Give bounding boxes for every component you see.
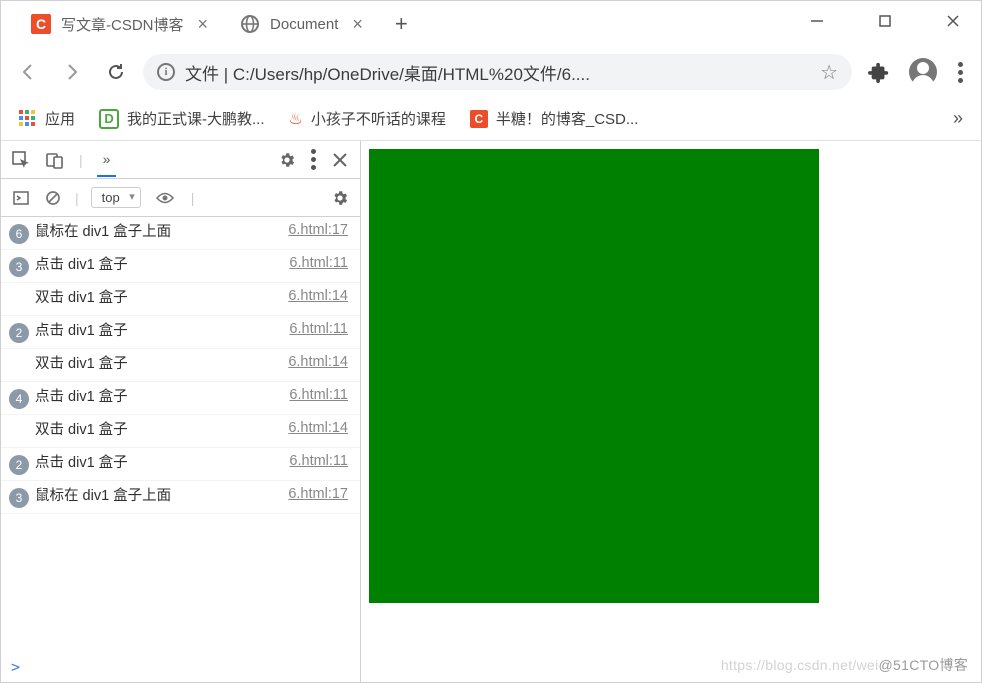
div1-box[interactable] (369, 149, 819, 603)
tab-csdn[interactable]: C 写文章-CSDN博客 × (17, 5, 226, 43)
bookmark-item[interactable]: C 半糖！的博客_CSD... (470, 108, 639, 129)
log-message: 点击 div1 盒子 (35, 387, 275, 407)
csdn-icon: C (470, 110, 488, 128)
log-message: 点击 div1 盒子 (35, 321, 275, 341)
browser-window: C 写文章-CSDN博客 × Document × + i (0, 0, 982, 683)
bookmarks-bar: 应用 D 我的正式课-大鹏教... ♨ 小孩子不听话的课程 C 半糖！的博客_C… (1, 97, 981, 141)
bookmark-label: 我的正式课-大鹏教... (127, 108, 265, 129)
log-message: 鼠标在 div1 盒子上面 (35, 486, 274, 506)
page-viewport (361, 141, 981, 682)
url-field[interactable]: i 文件 | C:/Users/hp/OneDrive/桌面/HTML%20文件… (143, 54, 852, 90)
console-log-row[interactable]: 4 点击 div1 盒子 6.html:11 (1, 382, 360, 415)
tab-document[interactable]: Document × (226, 5, 381, 43)
log-count-badge: 3 (9, 257, 29, 277)
tab-title: Document (270, 16, 338, 33)
menu-button[interactable] (950, 62, 971, 83)
extensions-button[interactable] (862, 55, 896, 89)
tab-title: 写文章-CSDN博客 (61, 14, 184, 35)
log-message: 双击 div1 盒子 (35, 288, 274, 308)
watermark: https://blog.csdn.net/wei@51CTO博客 (721, 655, 968, 675)
log-count-badge: 3 (9, 488, 29, 508)
live-expression-icon[interactable] (155, 188, 175, 208)
console-log-row[interactable]: 0双击 div1 盒子6.html:14 (1, 415, 360, 448)
log-source-link[interactable]: 6.html:17 (288, 222, 348, 238)
console-sidebar-icon[interactable] (11, 188, 31, 208)
bookmark-label: 半糖！的博客_CSD... (496, 108, 639, 129)
globe-favicon-icon (240, 14, 260, 34)
csdn-favicon-icon: C (31, 14, 51, 34)
console-log-row[interactable]: 2 点击 div1 盒子 6.html:11 (1, 448, 360, 481)
devtools-tabs-more[interactable]: » (97, 143, 117, 177)
bookmark-star-icon[interactable]: ☆ (820, 60, 838, 85)
log-source-link[interactable]: 6.html:14 (288, 354, 348, 370)
clear-console-icon[interactable] (43, 188, 63, 208)
log-source-link[interactable]: 6.html:11 (289, 453, 348, 469)
console-settings-icon[interactable] (330, 188, 350, 208)
bookmark-label: 应用 (45, 108, 75, 129)
console-log-row[interactable]: 2 点击 div1 盒子 6.html:11 (1, 316, 360, 349)
log-source-link[interactable]: 6.html:14 (288, 288, 348, 304)
close-icon[interactable]: × (348, 14, 367, 35)
site-info-icon[interactable]: i (157, 63, 175, 81)
console-log-row[interactable]: 3 鼠标在 div1 盒子上面 6.html:17 (1, 481, 360, 514)
console-log-list[interactable]: 6 鼠标在 div1 盒子上面 6.html:17 3 点击 div1 盒子 6.html… (1, 217, 360, 652)
reload-button[interactable] (99, 55, 133, 89)
device-toggle-icon[interactable] (45, 150, 65, 170)
url-text: 文件 | C:/Users/hp/OneDrive/桌面/HTML%20文件/6… (185, 60, 810, 85)
forward-button[interactable] (55, 55, 89, 89)
console-toolbar: | top | (1, 179, 360, 217)
minimize-button[interactable] (795, 5, 839, 37)
log-count-badge: 2 (9, 323, 29, 343)
profile-button[interactable] (906, 55, 940, 89)
apps-icon (19, 110, 37, 128)
log-message: 双击 div1 盒子 (35, 354, 274, 374)
maximize-button[interactable] (863, 5, 907, 37)
log-message: 点击 div1 盒子 (35, 453, 275, 473)
log-source-link[interactable]: 6.html:11 (289, 387, 348, 403)
devtools-close-icon[interactable] (330, 150, 350, 170)
log-message: 鼠标在 div1 盒子上面 (35, 222, 274, 242)
log-count-badge: 6 (9, 224, 29, 244)
log-source-link[interactable]: 6.html:11 (289, 255, 348, 271)
bookmark-item[interactable]: D 我的正式课-大鹏教... (99, 108, 265, 129)
bookmark-apps[interactable]: 应用 (19, 108, 75, 129)
dapeng-icon: D (99, 109, 119, 129)
content-area: | » | (1, 141, 981, 682)
bookmark-item[interactable]: ♨ 小孩子不听话的课程 (289, 108, 446, 129)
bookmark-label: 小孩子不听话的课程 (311, 108, 446, 129)
log-source-link[interactable]: 6.html:11 (289, 321, 348, 337)
log-count-badge: 4 (9, 389, 29, 409)
devtools-top-toolbar: | » (1, 141, 360, 179)
bookmark-overflow-button[interactable]: » (953, 108, 963, 129)
address-bar: i 文件 | C:/Users/hp/OneDrive/桌面/HTML%20文件… (1, 47, 981, 97)
gear-icon[interactable] (277, 150, 297, 170)
log-count-badge: 2 (9, 455, 29, 475)
tab-strip: C 写文章-CSDN博客 × Document × + (1, 1, 981, 47)
log-message: 点击 div1 盒子 (35, 255, 275, 275)
log-source-link[interactable]: 6.html:17 (288, 486, 348, 502)
back-button[interactable] (11, 55, 45, 89)
devtools-panel: | » | (1, 141, 361, 682)
devtools-menu-icon[interactable] (311, 149, 316, 170)
console-log-row[interactable]: 0双击 div1 盒子6.html:14 (1, 349, 360, 382)
close-icon[interactable]: × (194, 14, 213, 35)
inspect-element-icon[interactable] (11, 150, 31, 170)
log-source-link[interactable]: 6.html:14 (288, 420, 348, 436)
avatar-icon (909, 58, 937, 86)
console-log-row[interactable]: 6 鼠标在 div1 盒子上面 6.html:17 (1, 217, 360, 250)
context-selector[interactable]: top (91, 187, 141, 208)
console-log-row[interactable]: 3 点击 div1 盒子 6.html:11 (1, 250, 360, 283)
flame-icon: ♨ (289, 109, 303, 129)
log-message: 双击 div1 盒子 (35, 420, 274, 440)
window-controls (795, 1, 975, 41)
close-window-button[interactable] (931, 5, 975, 37)
console-log-row[interactable]: 0双击 div1 盒子6.html:14 (1, 283, 360, 316)
console-prompt[interactable]: > (1, 652, 360, 682)
new-tab-button[interactable]: + (381, 11, 422, 37)
